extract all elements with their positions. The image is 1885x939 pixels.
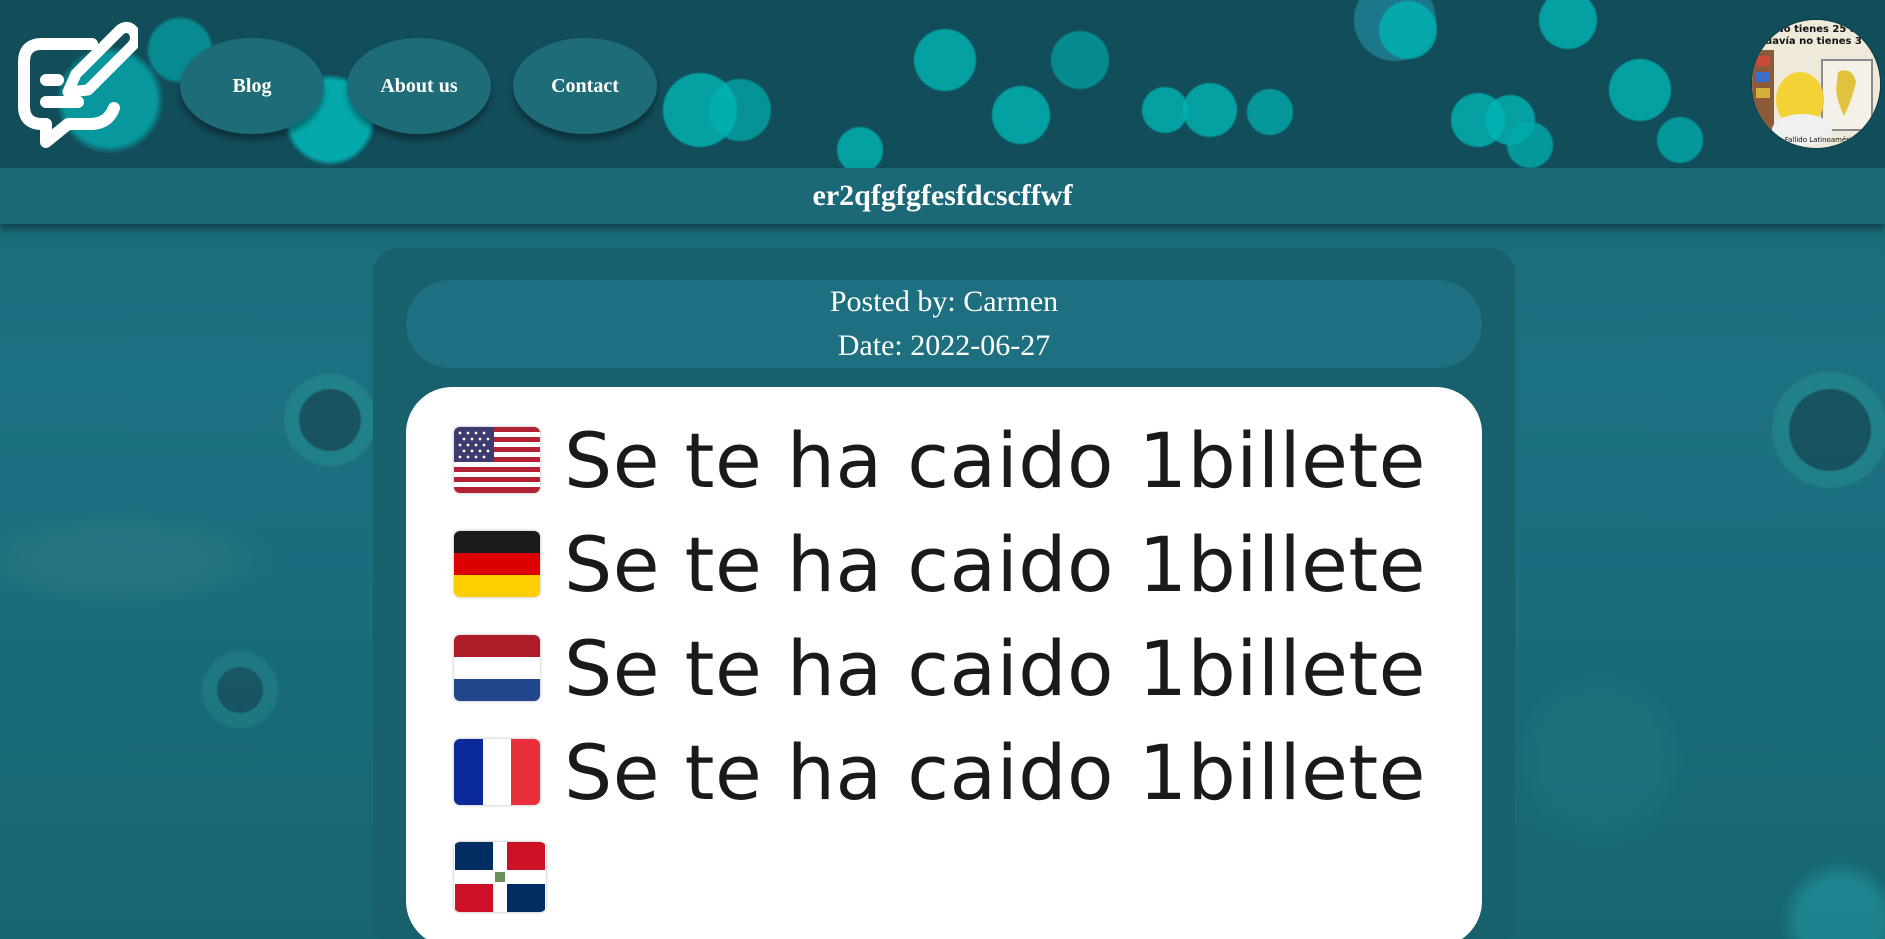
- nav-contact-button[interactable]: Contact: [513, 38, 657, 134]
- post-title: er2qfgfgfesfdcscffwf: [0, 168, 1885, 224]
- meme-row: Se te ha caido 1billete: [454, 416, 1426, 505]
- nav-blog-button[interactable]: Blog: [180, 38, 324, 134]
- post-image: Se te ha caido 1billete Se te ha caido 1…: [406, 387, 1482, 939]
- meme-text: Se te ha caido 1billete: [564, 415, 1426, 505]
- posted-by: Posted by: Carmen: [829, 285, 1059, 318]
- meme-text: Se te ha caido 1billete: [564, 727, 1426, 817]
- meme-row: Se te ha caido 1billete: [454, 728, 1426, 817]
- meme-text: Se te ha caido 1billete: [564, 623, 1426, 713]
- avatar-caption-top-1: No tienes 25 a: [1775, 24, 1856, 35]
- avatar-caption-bottom: Fallido Latinoamérica: [1785, 136, 1859, 144]
- meme-row: Se te ha caido 1billete: [454, 624, 1426, 713]
- meme-text: Se te ha caido 1billete: [564, 519, 1426, 609]
- avatar-meme-image: No tienes 25 a Todavía no tienes 3 hij F…: [1752, 20, 1880, 148]
- edit-note-logo-icon[interactable]: [6, 18, 138, 150]
- usa-flag-icon: [454, 427, 540, 493]
- user-avatar[interactable]: No tienes 25 a Todavía no tienes 3 hij F…: [1752, 20, 1880, 148]
- dominican-republic-flag-icon: [455, 842, 545, 912]
- post-date: Date: 2022-06-27: [837, 329, 1051, 362]
- netherlands-flag-icon: [454, 635, 540, 701]
- top-navigation-bar: Blog About us Contact No tienes 25 a Tod…: [0, 0, 1885, 168]
- germany-flag-icon: [454, 531, 540, 597]
- avatar-caption-top-2: Todavía no tienes 3 hij: [1753, 35, 1880, 47]
- france-flag-icon: [454, 739, 540, 805]
- meme-row: [454, 837, 570, 917]
- meme-row: Se te ha caido 1billete: [454, 520, 1426, 609]
- nav-about-us-button[interactable]: About us: [347, 38, 491, 134]
- post-meta: Posted by: Carmen Date: 2022-06-27: [406, 280, 1482, 368]
